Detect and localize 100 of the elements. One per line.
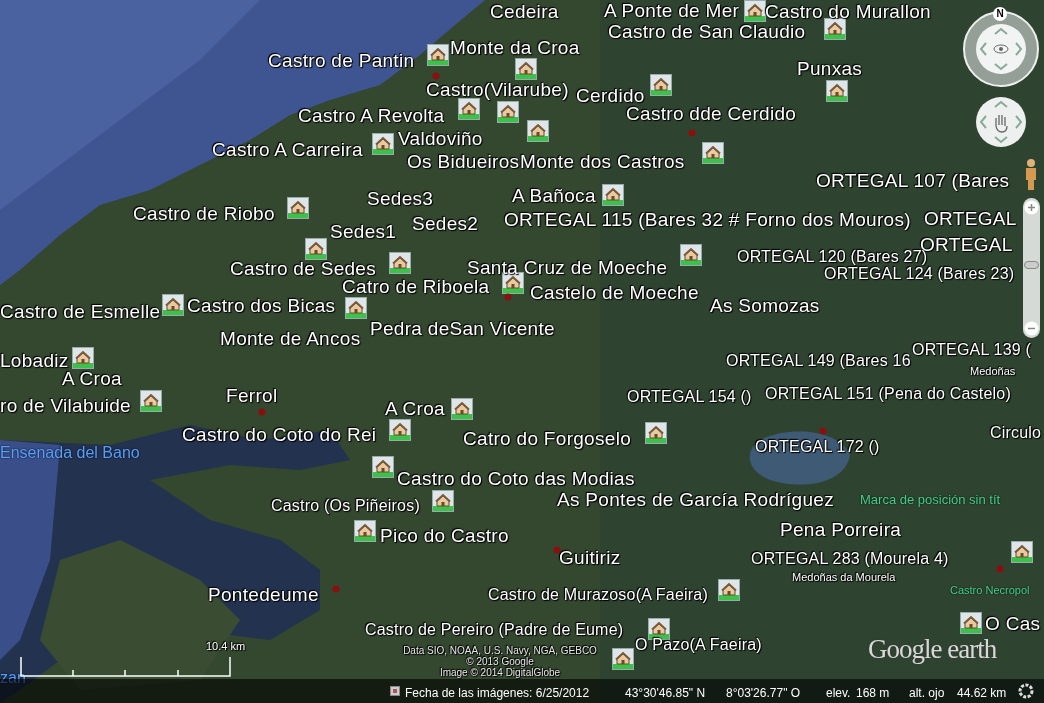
map-label: Marca de posición sin tít: [860, 492, 1001, 506]
map-label: Pedra deSan Vicente: [370, 318, 555, 338]
map-label: Cedeira: [490, 1, 559, 21]
hut-icon[interactable]: [650, 74, 672, 96]
map-label: Catro do Forgoselo: [463, 428, 632, 448]
map-label: Lobadiz: [0, 350, 69, 370]
hut-icon[interactable]: [826, 80, 848, 102]
hut-icon[interactable]: [345, 297, 367, 319]
hut-icon[interactable]: [648, 618, 670, 640]
map-label: Ensenada del Bano: [0, 445, 140, 461]
map-label: Castro de Esmelle: [0, 301, 161, 321]
map-label: Circulo: [990, 425, 1042, 441]
look-joystick-icon[interactable]: [962, 10, 1040, 88]
hut-icon[interactable]: [305, 238, 327, 260]
map-label: Guitiriz: [559, 547, 621, 567]
hut-icon[interactable]: [515, 58, 537, 80]
hut-icon[interactable]: [612, 648, 634, 670]
hut-icon[interactable]: [744, 0, 766, 22]
map-label: A Croa: [385, 398, 445, 418]
map-label: ORTEGAL 107 (Bares: [816, 170, 1010, 190]
hut-icon[interactable]: [427, 44, 449, 66]
hut-icon[interactable]: [140, 390, 162, 412]
hut-icon[interactable]: [527, 120, 549, 142]
map-label: Castro de Sedes: [230, 258, 377, 278]
map-label: Castro de Pantin: [268, 50, 415, 70]
map-label: Castro de San Claudio: [608, 21, 806, 41]
map-label: Castro A Revolta: [298, 105, 445, 125]
elevation-text: 168 m: [856, 685, 890, 702]
pegman-icon[interactable]: [1023, 158, 1039, 192]
hut-icon[interactable]: [718, 579, 740, 601]
hut-icon[interactable]: [162, 294, 184, 316]
hut-icon[interactable]: [680, 244, 702, 266]
map-label: ORTEGAL 124 (Bares 23): [824, 266, 1015, 282]
latitude-text: 43°30'46.85" N: [625, 685, 706, 702]
dot-marker-icon[interactable]: [819, 427, 827, 435]
map-label: Castro do Coto das Modias: [397, 468, 635, 488]
map-label: Medoñas da Mourela: [792, 571, 896, 583]
map-label: ORTEGAL 115 (Bares 32 # Forno dos Mouros): [504, 209, 911, 229]
map-label: Castro dde Cerdido: [626, 103, 797, 123]
map-label: Punxas: [797, 58, 863, 78]
map-label: Valdoviño: [398, 128, 483, 148]
hut-icon[interactable]: [960, 612, 982, 634]
hut-icon[interactable]: [497, 101, 519, 123]
map-label: O Pazo(A Faeira): [635, 637, 762, 653]
map-label: A Ponte de Mer: [604, 0, 740, 20]
dot-marker-icon[interactable]: [432, 72, 440, 80]
hut-icon[interactable]: [702, 142, 724, 164]
hut-icon[interactable]: [824, 18, 846, 40]
dot-marker-icon[interactable]: [258, 408, 266, 416]
hut-icon[interactable]: [389, 252, 411, 274]
map-label: Sedes2: [412, 213, 479, 233]
hut-icon[interactable]: [389, 419, 411, 441]
hut-icon[interactable]: [372, 133, 394, 155]
map-label: ORTEGAL 283 (Mourela 4): [751, 551, 949, 567]
hut-icon[interactable]: [458, 98, 480, 120]
dot-marker-icon[interactable]: [996, 565, 1004, 573]
hut-icon[interactable]: [72, 347, 94, 369]
map-label: Pico do Castro: [380, 525, 509, 545]
hut-icon[interactable]: [451, 398, 473, 420]
dot-marker-icon[interactable]: [688, 129, 696, 137]
eye-altitude-text: 44.62 km: [957, 685, 1007, 702]
hut-icon[interactable]: [354, 520, 376, 542]
hut-icon[interactable]: [602, 184, 624, 206]
hut-icon[interactable]: [645, 422, 667, 444]
map-label: ORTEGAL 149 (Bares 16: [726, 353, 911, 369]
map-label: Catro de Riboela: [342, 276, 490, 296]
attribution-text: Data SIO, NOAA, U.S. Navy, NGA, GEBCO: [403, 645, 597, 656]
map-label: Os Bidueiros: [407, 151, 520, 171]
map-label: Castro(Vilarube): [426, 79, 569, 99]
dot-marker-icon[interactable]: [332, 585, 340, 593]
hut-icon[interactable]: [372, 456, 394, 478]
map-label: Pontedeume: [208, 584, 319, 604]
map-label: Castro A Carreira: [212, 139, 363, 159]
map-label: Castro do Murallon: [765, 1, 931, 21]
map-label: Pena Porreira: [780, 519, 902, 539]
imagery-date-text: Fecha de las imágenes: 6/25/2012: [405, 685, 590, 702]
dot-marker-icon[interactable]: [553, 546, 561, 554]
hut-icon[interactable]: [502, 272, 524, 294]
map-label: Castro de Murazoso(A Faeira): [488, 587, 708, 603]
map-label: ORTEGAL 151 (Pena do Castelo): [765, 386, 1011, 402]
map-label: Castro (Os Piñeiros): [271, 498, 420, 514]
zoom-out-icon[interactable]: [1024, 321, 1039, 336]
scale-label: 10.4 km: [206, 639, 246, 654]
pan-joystick-icon[interactable]: [975, 96, 1027, 148]
map-label: ORTEGAL 139 (: [912, 342, 1032, 358]
dot-marker-icon[interactable]: [504, 293, 512, 301]
zoom-thumb[interactable]: [1024, 260, 1039, 269]
hut-icon[interactable]: [1011, 541, 1033, 563]
eye-altitude-label-text: alt. ojo: [909, 685, 945, 702]
zoom-in-icon[interactable]: [1024, 200, 1039, 215]
map-label: Sedes1: [330, 221, 397, 241]
map-label: Santa Cruz de Moeche: [467, 257, 668, 277]
hut-icon[interactable]: [432, 490, 454, 512]
map-label: Castro de Riobo: [133, 203, 275, 223]
map-label: Castro de Pereiro (Padre de Eume): [365, 622, 624, 638]
attribution-text: Image © 2014 DigitalGlobe: [439, 667, 561, 678]
map-label: Medoñas: [970, 365, 1016, 377]
hut-icon[interactable]: [287, 197, 309, 219]
map-label: Monte dos Castros: [520, 151, 685, 171]
map-label: ORTEGAL 154 (): [627, 389, 752, 405]
